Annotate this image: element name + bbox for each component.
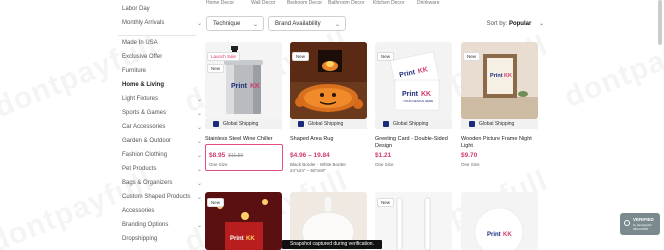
new-badge: New bbox=[377, 52, 395, 61]
sidebar-item-home-living[interactable]: Home & Living bbox=[122, 82, 164, 88]
svg-text:Print: Print bbox=[490, 73, 503, 79]
chevron-down-icon: ⌄ bbox=[197, 223, 203, 229]
sidebar-item-monthly-arrivals[interactable]: Monthly Arrivals ⌄ bbox=[122, 20, 202, 27]
sidebar-item-labor-day[interactable]: Labor Day bbox=[122, 6, 150, 12]
scrollbar[interactable] bbox=[658, 0, 662, 45]
chevron-down-icon: ⌄ bbox=[197, 97, 203, 103]
product-title[interactable]: Greeting Card - Double-Sided Design bbox=[375, 136, 452, 150]
product-title[interactable]: Wooden Picture Frame Night Light bbox=[461, 136, 538, 150]
shipping-icon bbox=[469, 121, 475, 127]
sidebar-item-custom-shaped[interactable]: Custom Shaped Products ⌄ bbox=[122, 194, 202, 201]
svg-text:Print: Print bbox=[230, 236, 244, 242]
shipping-icon bbox=[298, 121, 304, 127]
product-size: One Size bbox=[375, 162, 394, 167]
sidebar-item-garden-outdoor[interactable]: Garden & Outdoor ⌄ bbox=[122, 138, 202, 145]
launch-sale-badge: Launch Sale bbox=[207, 52, 241, 61]
svg-text:KK: KK bbox=[250, 83, 260, 90]
price-highlight-box bbox=[205, 144, 283, 171]
new-badge: New bbox=[207, 64, 225, 73]
sidebar-item-bags-organizers[interactable]: Bags & Organizers ⌄ bbox=[122, 180, 202, 187]
snapshot-caption: Snapshot captured during verification. bbox=[282, 240, 382, 249]
svg-text:KK: KK bbox=[503, 232, 512, 238]
chevron-down-icon: ⌄ bbox=[197, 111, 203, 117]
nav-link-bedroom-decor[interactable]: Bedroom Decor bbox=[287, 0, 322, 6]
nav-link-wall-decor[interactable]: Wall Decor bbox=[251, 0, 275, 6]
divider bbox=[118, 35, 196, 36]
category-sidebar: Labor Day Monthly Arrivals ⌄ Made In USA … bbox=[0, 0, 202, 250]
nav-link-drinkware[interactable]: Drinkware bbox=[417, 0, 440, 6]
sidebar-item-light-fixtures[interactable]: Light Fixtures ⌄ bbox=[122, 96, 202, 103]
shipping-bar: Global Shipping bbox=[205, 119, 282, 129]
svg-text:Print: Print bbox=[231, 83, 248, 90]
product-image[interactable]: Print KK bbox=[461, 192, 538, 250]
check-icon bbox=[624, 220, 630, 226]
new-badge: New bbox=[377, 198, 395, 207]
chevron-down-icon: ⌄ bbox=[197, 181, 203, 187]
product-size: One Size bbox=[461, 162, 480, 167]
subcategory-nav: Home Decor Wall Decor Bedroom Decor Bath… bbox=[206, 0, 646, 8]
new-badge: New bbox=[207, 198, 225, 207]
svg-text:Print: Print bbox=[402, 91, 419, 98]
chevron-down-icon: ⌄ bbox=[197, 167, 203, 173]
chevron-down-icon: ⌄ bbox=[197, 195, 203, 201]
sidebar-item-dropshipping[interactable]: Dropshipping bbox=[122, 236, 157, 242]
sidebar-item-fashion-clothing[interactable]: Fashion Clothing ⌄ bbox=[122, 152, 202, 159]
svg-text:KK: KK bbox=[504, 73, 512, 79]
chevron-down-icon: ⌄ bbox=[197, 125, 203, 131]
chevron-down-icon: ⌄ bbox=[197, 139, 203, 145]
sidebar-item-furniture[interactable]: Furniture bbox=[122, 68, 146, 74]
chevron-down-icon: ⌄ bbox=[538, 21, 544, 27]
new-badge: New bbox=[463, 52, 481, 61]
sidebar-item-sports-games[interactable]: Sports & Games ⌄ bbox=[122, 110, 202, 117]
sidebar-item-made-in-usa[interactable]: Made In USA bbox=[122, 40, 158, 46]
svg-text:KK: KK bbox=[246, 236, 255, 242]
nav-link-bathroom-decor[interactable]: Bathroom Decor bbox=[328, 0, 364, 6]
sidebar-item-exclusive-offer[interactable]: Exclusive Offer bbox=[122, 54, 162, 60]
verified-badge: VERIFIED by dontpayfull 09/17/2025 bbox=[620, 213, 660, 235]
shipping-icon bbox=[383, 121, 389, 127]
product-price: $4.96 – 19.84 bbox=[290, 152, 330, 159]
svg-text:YOUR DESIGN HERE: YOUR DESIGN HERE bbox=[403, 99, 433, 103]
chevron-down-icon: ⌄ bbox=[252, 22, 258, 28]
sidebar-item-pet-products[interactable]: Pet Products ⌄ bbox=[122, 166, 202, 173]
chevron-down-icon: ⌄ bbox=[334, 22, 340, 28]
watermark: dontpayfull bbox=[560, 19, 664, 115]
sort-dropdown[interactable]: Sort by: Popular ⌄ bbox=[487, 20, 544, 27]
chevron-down-icon: ⌄ bbox=[197, 153, 203, 159]
svg-text:Print: Print bbox=[487, 232, 501, 238]
new-badge: New bbox=[292, 52, 310, 61]
svg-text:KK: KK bbox=[421, 91, 431, 98]
sidebar-item-accessories[interactable]: Accessories bbox=[122, 208, 154, 214]
product-variants: Black Border · White Border 24"x24" – 60… bbox=[290, 162, 347, 173]
product-title[interactable]: Shaped Area Rug bbox=[290, 136, 367, 143]
product-price: $9.70 bbox=[461, 152, 478, 159]
shipping-icon bbox=[213, 121, 219, 127]
brand-availability-filter[interactable]: Brand Availability ⌄ bbox=[268, 16, 346, 31]
sidebar-item-car-accessories[interactable]: Car Accessories ⌄ bbox=[122, 124, 202, 131]
product-title[interactable]: Stainless Steel Wine Chiller bbox=[205, 136, 282, 143]
shipping-bar: Global Shipping bbox=[375, 119, 452, 129]
technique-filter[interactable]: Technique ⌄ bbox=[206, 16, 264, 31]
chevron-down-icon: ⌄ bbox=[197, 21, 203, 27]
shipping-bar: Global Shipping bbox=[290, 119, 367, 129]
shipping-bar: Global Shipping bbox=[461, 119, 538, 129]
nav-link-home-decor[interactable]: Home Decor bbox=[206, 0, 234, 6]
sidebar-item-branding-options[interactable]: Branding Options ⌄ bbox=[122, 222, 202, 229]
product-price: $1.21 bbox=[375, 152, 392, 159]
nav-link-kitchen-decor[interactable]: Kitchen Decor bbox=[373, 0, 404, 6]
